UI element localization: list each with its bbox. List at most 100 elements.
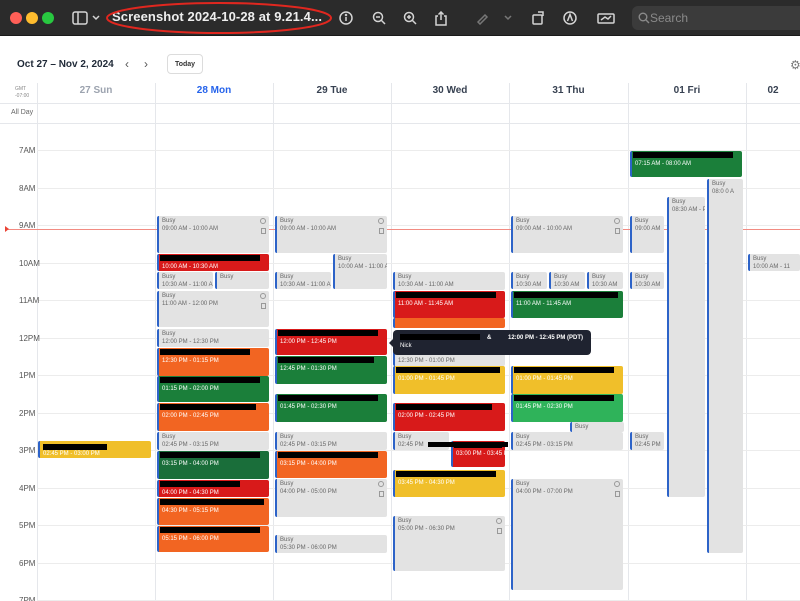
- hour-label: 5PM: [19, 521, 36, 530]
- event-time: 05:00 PM - 06:30 PM: [398, 526, 455, 532]
- event-title: Busy: [516, 274, 530, 280]
- day-header-3[interactable]: 30 Wed: [391, 85, 509, 99]
- busy-event[interactable]: Busy 04:00 PM - 07:00 PM: [511, 479, 623, 590]
- redaction-bar: [278, 357, 374, 363]
- event-time: 04:00 PM - 05:00 PM: [280, 489, 337, 495]
- busy-event[interactable]: Busy 10:00 AM - 11:00 AM: [333, 254, 387, 289]
- minimize-window-button[interactable]: [26, 12, 38, 24]
- highlight-icon[interactable]: [474, 6, 490, 30]
- rotate-icon[interactable]: [530, 6, 546, 30]
- redaction-bar: [396, 292, 496, 298]
- event-title: Busy: [398, 434, 412, 440]
- event-title: Busy: [280, 274, 294, 280]
- markup-icon[interactable]: [562, 6, 578, 30]
- day-header-4[interactable]: 31 Thu: [509, 85, 628, 99]
- redaction-bar: [278, 395, 378, 401]
- event-title: Busy: [280, 537, 294, 543]
- event-time: 01:45 PM - 02:30 PM: [516, 404, 573, 410]
- info-icon[interactable]: [338, 6, 354, 30]
- busy-event[interactable]: Busy 10:30 AM - 11:00 AM: [275, 272, 331, 289]
- zoom-in-icon[interactable]: [402, 6, 418, 30]
- event-time: 04:30 PM - 05:15 PM: [162, 508, 219, 514]
- hour-label: 4PM: [19, 484, 36, 493]
- busy-event[interactable]: Busy 05:30 PM - 06:00 PM: [275, 535, 387, 553]
- event-time: 10:00 AM - 10:30 AM: [162, 264, 219, 270]
- redaction-bar: [160, 404, 256, 410]
- event-title: Busy: [712, 181, 726, 187]
- previous-week-button[interactable]: ‹: [120, 57, 134, 71]
- day-column-divider: [155, 83, 156, 601]
- busy-event[interactable]: Busy 10:30 AM: [549, 272, 585, 289]
- calendar-icon: [497, 528, 502, 534]
- availability-icon: [260, 218, 266, 224]
- event-time: 12:00 PM - 12:45 PM: [280, 339, 337, 345]
- date-range-label: Oct 27 – Nov 2, 2024: [17, 59, 114, 70]
- event-time: 03:00 PM - 03:45 PM: [456, 451, 505, 457]
- event-title: Busy: [338, 256, 352, 262]
- busy-event[interactable]: Busy 10:30 AM - 11:00 AM: [393, 272, 505, 290]
- redaction-bar: [43, 444, 107, 450]
- busy-event[interactable]: Busy 11:00 AM - 12:00 PM: [157, 291, 269, 327]
- zoom-window-button[interactable]: [42, 12, 54, 24]
- busy-event[interactable]: Busy 02:45 PM - 03:15 PM: [275, 432, 387, 450]
- busy-event[interactable]: Busy 08:30 AM - PM: [667, 197, 705, 497]
- close-window-button[interactable]: [10, 12, 22, 24]
- event-title: Busy: [280, 434, 294, 440]
- busy-event[interactable]: Busy 12:00 PM - 12:30 PM: [157, 329, 269, 347]
- day-header-6[interactable]: 02: [746, 85, 800, 99]
- busy-event[interactable]: Busy 02:45 PM: [393, 432, 449, 450]
- event-time: 10:30 AM - 11:00 AM: [280, 282, 331, 288]
- day-header-0[interactable]: 27 Sun: [37, 85, 155, 99]
- search-input[interactable]: [650, 11, 780, 25]
- busy-event[interactable]: Busy02:30 PM: [570, 422, 624, 432]
- hour-label: 7PM: [19, 596, 36, 601]
- calendar-event[interactable]: [393, 318, 505, 328]
- event-title: Busy: [635, 434, 649, 440]
- busy-event[interactable]: Busy 09:00 AM: [630, 216, 664, 253]
- availability-icon: [614, 218, 620, 224]
- next-week-button[interactable]: ›: [139, 57, 153, 71]
- highlight-chevron-icon[interactable]: [503, 6, 513, 30]
- event-time: 03:15 PM - 04:00 PM: [162, 461, 219, 467]
- busy-event[interactable]: Busy 09:00 AM - 10:00 AM: [511, 216, 623, 253]
- event-title: Busy: [162, 218, 176, 224]
- chevron-down-icon[interactable]: [91, 6, 101, 30]
- calendar-icon: [379, 228, 384, 234]
- event-title: Busy: [672, 199, 686, 205]
- day-header-2[interactable]: 29 Tue: [273, 85, 391, 99]
- event-time: 09:00 AM: [635, 226, 661, 232]
- busy-event[interactable]: Busy 02:45 PM: [630, 432, 664, 450]
- busy-event[interactable]: Busy 10:30 AM: [630, 272, 664, 289]
- busy-event[interactable]: Busy 02:45 PM - 03:15 PM: [157, 432, 269, 450]
- sidebar-icon[interactable]: [70, 6, 90, 30]
- busy-event[interactable]: Busy 10:30 AM - 11:00 AM: [157, 272, 213, 289]
- hour-gridline: [37, 188, 800, 189]
- event-time: 09:00 AM - 10:00 AM: [280, 226, 337, 232]
- busy-event[interactable]: Busy 05:00 PM - 06:30 PM: [393, 516, 505, 571]
- event-time: 10:00 AM - 11:00 AM: [338, 264, 387, 270]
- busy-event[interactable]: Busy 02:45 PM - 03:15 PM: [511, 432, 623, 450]
- busy-event[interactable]: Busy 09:00 AM - 10:00 AM: [275, 216, 387, 253]
- sign-icon[interactable]: [596, 6, 616, 30]
- busy-event[interactable]: Busy 10:30 AM: [587, 272, 623, 289]
- tooltip-separator: &: [487, 335, 492, 341]
- search-field[interactable]: [632, 6, 800, 30]
- busy-event[interactable]: Busy 09:00 AM - 10:00 AM: [157, 216, 269, 253]
- busy-event[interactable]: Busy 08:0 0 A: [707, 179, 743, 553]
- busy-event[interactable]: Busy 10:00 AM - 11: [748, 254, 800, 271]
- busy-event[interactable]: Busy: [215, 272, 269, 289]
- event-time: 01:00 PM - 01:45 PM: [398, 376, 455, 382]
- share-icon[interactable]: [433, 6, 449, 30]
- calendar-icon: [379, 491, 384, 497]
- settings-icon[interactable]: ⚙: [790, 58, 800, 72]
- event-time: 01:45 PM - 02:30 PM: [280, 404, 337, 410]
- redaction-bar: [160, 499, 264, 505]
- day-header-1[interactable]: 28 Mon: [155, 85, 273, 99]
- document-title[interactable]: Screenshot 2024-10-28 at 9.21.4...: [112, 9, 322, 24]
- busy-event[interactable]: Busy 10:30 AM: [511, 272, 547, 289]
- day-header-5[interactable]: 01 Fri: [628, 85, 746, 99]
- busy-event[interactable]: Busy 04:00 PM - 05:00 PM: [275, 479, 387, 517]
- event-time: 02:45 PM - 03:00 PM: [43, 451, 100, 457]
- zoom-out-icon[interactable]: [371, 6, 387, 30]
- today-button[interactable]: Today: [167, 54, 203, 74]
